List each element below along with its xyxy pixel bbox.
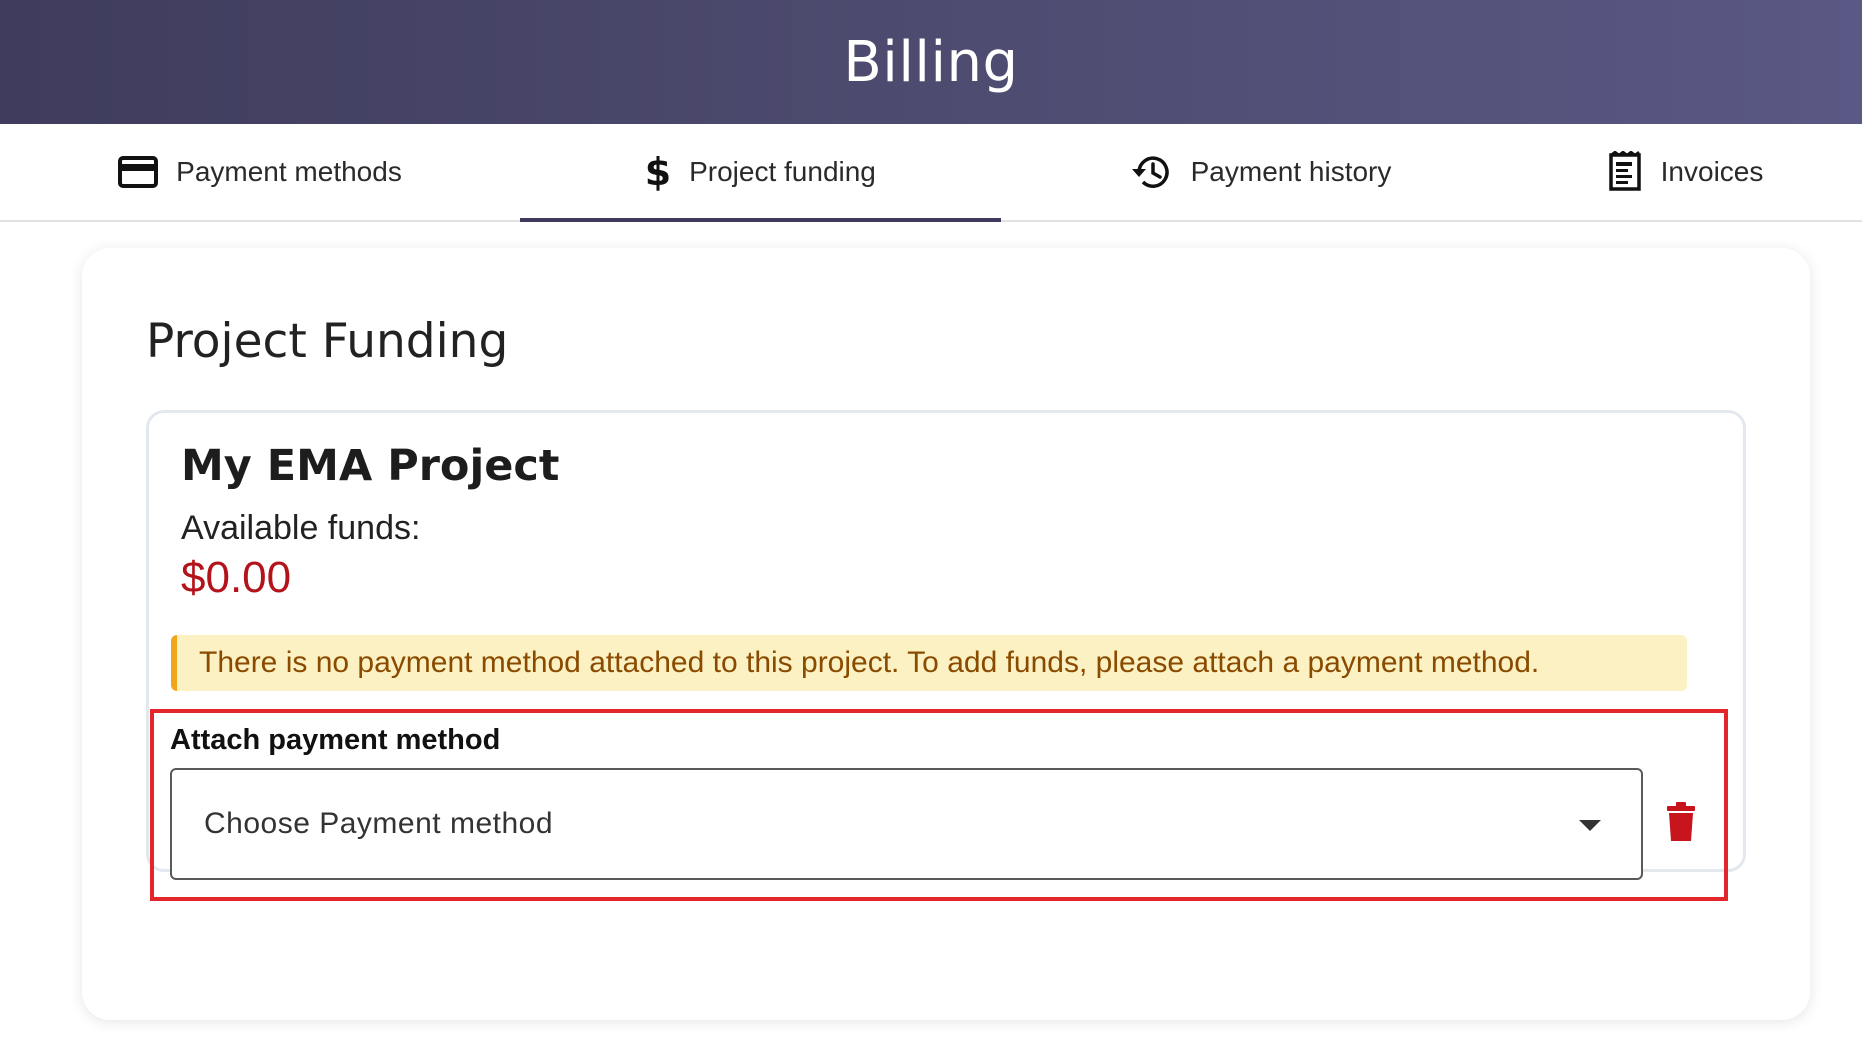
tab-label: Payment methods — [176, 156, 402, 187]
page-title: Billing — [843, 29, 1019, 95]
project-name: My EMA Project — [181, 441, 560, 491]
billing-tabs: Payment methods $ Project funding Paymen… — [0, 124, 1862, 222]
tab-label: Project funding — [689, 156, 876, 187]
attach-payment-label: Attach payment method — [170, 724, 501, 756]
tab-label: Invoices — [1660, 156, 1764, 187]
app-header: Billing — [0, 0, 1862, 124]
receipt-icon — [1607, 151, 1643, 193]
available-funds-value: $0.00 — [181, 553, 292, 602]
tab-label: Payment history — [1190, 156, 1392, 187]
section-title: Project Funding — [146, 314, 509, 369]
project-funding-card: Project Funding My EMA Project Available… — [82, 248, 1810, 1020]
tab-payment-methods[interactable]: Payment methods — [60, 124, 460, 220]
trash-icon[interactable] — [1665, 802, 1697, 842]
tab-payment-history[interactable]: Payment history — [1060, 124, 1460, 220]
payment-method-select[interactable]: Choose Payment method — [170, 768, 1643, 880]
no-payment-method-alert: There is no payment method attached to t… — [171, 635, 1687, 691]
tab-invoices[interactable]: Invoices — [1560, 124, 1810, 220]
svg-text:$: $ — [645, 152, 671, 192]
select-value: Choose Payment method — [204, 807, 554, 840]
alert-text: There is no payment method attached to t… — [199, 646, 1540, 679]
dollar-icon: $ — [645, 152, 671, 192]
available-funds-label: Available funds: — [181, 509, 421, 547]
history-icon — [1129, 152, 1173, 192]
chevron-down-icon — [1579, 820, 1601, 831]
tab-project-funding[interactable]: $ Project funding — [520, 124, 1001, 222]
credit-card-icon — [118, 156, 159, 188]
